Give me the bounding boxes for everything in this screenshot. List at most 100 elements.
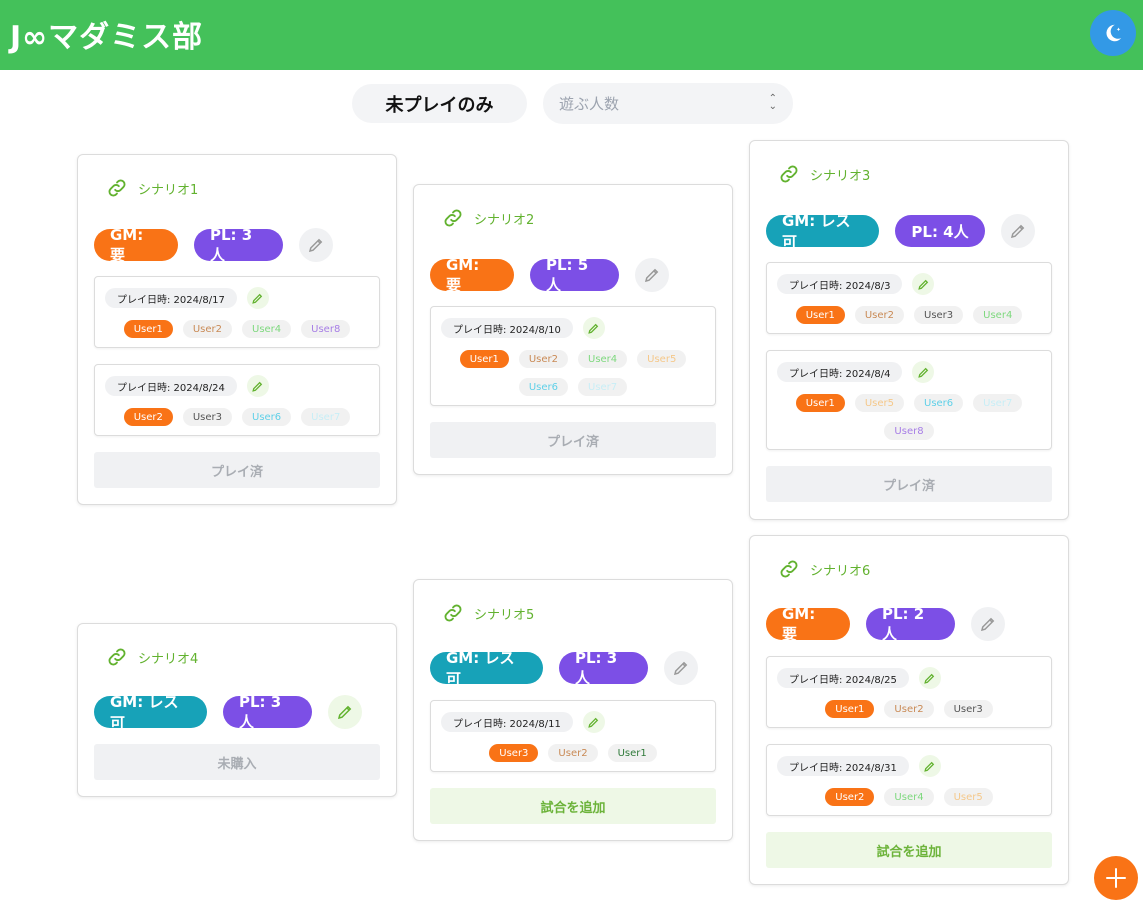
session-date: プレイ日時: 2024/8/31 bbox=[777, 756, 909, 776]
link-icon bbox=[780, 165, 798, 183]
scenario-name: シナリオ5 bbox=[474, 607, 535, 623]
pencil-icon bbox=[924, 761, 935, 772]
user-tag: User2 bbox=[825, 788, 875, 806]
user-tag: User1 bbox=[825, 700, 875, 718]
user-tag: User5 bbox=[943, 788, 993, 806]
session-card: プレイ日時: 2024/8/10 User1 User2 User4 User5… bbox=[430, 306, 716, 406]
user-tag: User6 bbox=[914, 394, 964, 412]
gm-badge: GM: 要 bbox=[94, 226, 178, 264]
user-tag: User8 bbox=[884, 422, 934, 440]
link-icon bbox=[780, 560, 798, 578]
scenario-name: シナリオ1 bbox=[138, 182, 199, 198]
pencil-icon bbox=[673, 661, 688, 676]
scenario-card: シナリオ1 GM: 要 PL: 3人 プレイ日時: 2024/8/17 User… bbox=[77, 154, 397, 505]
user-tag: User4 bbox=[242, 320, 292, 338]
user-tag: User3 bbox=[914, 306, 964, 324]
user-tag: User2 bbox=[182, 320, 232, 338]
user-tag: User2 bbox=[548, 744, 598, 762]
session-card: プレイ日時: 2024/8/25 User1 User2 User3 bbox=[766, 656, 1052, 728]
user-tag: User2 bbox=[854, 306, 904, 324]
edit-session-button[interactable] bbox=[246, 287, 269, 309]
user-tag: User4 bbox=[884, 788, 934, 806]
user-tag: User3 bbox=[943, 700, 993, 718]
unplayed-only-button[interactable]: 未プレイのみ bbox=[352, 84, 527, 123]
add-session-button[interactable]: 試合を追加 bbox=[430, 788, 716, 824]
pencil-icon bbox=[1010, 224, 1025, 239]
session-date: プレイ日時: 2024/8/25 bbox=[777, 668, 909, 688]
user-tag: User7 bbox=[578, 378, 628, 396]
scenario-title-link[interactable]: シナリオ4 bbox=[106, 646, 198, 668]
edit-session-button[interactable] bbox=[912, 361, 935, 383]
pencil-icon bbox=[918, 367, 929, 378]
user-tag: User4 bbox=[973, 306, 1023, 324]
session-card: プレイ日時: 2024/8/4 User1 User5 User6 User7 … bbox=[766, 350, 1052, 450]
user-tag: User6 bbox=[518, 378, 568, 396]
not-purchased-button[interactable]: 未購入 bbox=[94, 744, 380, 780]
add-session-button[interactable]: 試合を追加 bbox=[766, 832, 1052, 868]
played-button[interactable]: プレイ済 bbox=[766, 466, 1052, 502]
scenario-title-link[interactable]: シナリオ1 bbox=[106, 177, 198, 199]
players-count-placeholder: 遊ぶ人数 bbox=[559, 95, 620, 113]
scenario-title-link[interactable]: シナリオ2 bbox=[442, 207, 534, 229]
session-date: プレイ日時: 2024/8/4 bbox=[777, 362, 903, 382]
edit-session-button[interactable] bbox=[918, 755, 941, 777]
edit-scenario-button[interactable] bbox=[635, 258, 669, 292]
edit-session-button[interactable] bbox=[582, 711, 605, 733]
session-date: プレイ日時: 2024/8/3 bbox=[777, 274, 903, 294]
played-button[interactable]: プレイ済 bbox=[94, 452, 380, 488]
session-card: プレイ日時: 2024/8/31 User2 User4 User5 bbox=[766, 744, 1052, 816]
session-date: プレイ日時: 2024/8/17 bbox=[105, 288, 237, 308]
user-tag: User8 bbox=[301, 320, 351, 338]
session-card: プレイ日時: 2024/8/17 User1 User2 User4 User8 bbox=[94, 276, 380, 348]
edit-scenario-button[interactable] bbox=[971, 607, 1005, 641]
gm-badge: GM: レス可 bbox=[94, 693, 207, 732]
played-button[interactable]: プレイ済 bbox=[430, 422, 716, 458]
user-tag: User1 bbox=[607, 744, 657, 762]
edit-session-button[interactable] bbox=[246, 375, 269, 397]
pencil-icon bbox=[980, 617, 995, 632]
pencil-icon bbox=[924, 673, 935, 684]
moon-icon bbox=[1106, 24, 1122, 42]
link-icon bbox=[108, 179, 126, 197]
theme-toggle-button[interactable] bbox=[1090, 10, 1136, 56]
pencil-icon bbox=[588, 323, 599, 334]
edit-scenario-button[interactable] bbox=[299, 228, 333, 262]
pencil-icon bbox=[308, 238, 323, 253]
pencil-icon bbox=[252, 381, 263, 392]
pl-badge: PL: 2人 bbox=[866, 605, 955, 643]
scenario-name: シナリオ2 bbox=[474, 212, 535, 228]
gm-badge: GM: 要 bbox=[766, 605, 850, 643]
pencil-icon bbox=[918, 279, 929, 290]
session-date: プレイ日時: 2024/8/11 bbox=[441, 712, 573, 732]
scenario-title-link[interactable]: シナリオ6 bbox=[778, 558, 870, 580]
session-card: プレイ日時: 2024/8/3 User1 User2 User3 User4 bbox=[766, 262, 1052, 334]
pl-badge: PL: 3人 bbox=[194, 226, 283, 264]
edit-scenario-button[interactable] bbox=[1001, 214, 1035, 248]
scenario-title-link[interactable]: シナリオ3 bbox=[778, 163, 870, 185]
scenario-name: シナリオ3 bbox=[810, 168, 871, 184]
session-date: プレイ日時: 2024/8/24 bbox=[105, 376, 237, 396]
user-tag: User1 bbox=[795, 306, 845, 324]
add-scenario-button[interactable] bbox=[1094, 856, 1138, 900]
players-count-select[interactable]: 遊ぶ人数 ⌃ ⌄ bbox=[543, 83, 793, 124]
edit-scenario-button[interactable] bbox=[664, 651, 698, 685]
user-tag: User2 bbox=[123, 408, 173, 426]
edit-scenario-button[interactable] bbox=[328, 695, 362, 729]
pencil-icon bbox=[337, 705, 352, 720]
edit-session-button[interactable] bbox=[912, 273, 935, 295]
pl-badge: PL: 3人 bbox=[223, 693, 312, 731]
edit-session-button[interactable] bbox=[582, 317, 605, 339]
pl-badge: PL: 5人 bbox=[530, 256, 619, 294]
scenario-name: シナリオ4 bbox=[138, 651, 199, 667]
app-title: J∞マダミス部 bbox=[10, 20, 204, 55]
scenario-card: シナリオ3 GM: レス可 PL: 4人 プレイ日時: 2024/8/3 Use… bbox=[749, 140, 1069, 520]
user-tag: User1 bbox=[459, 350, 509, 368]
edit-session-button[interactable] bbox=[918, 667, 941, 689]
user-tag: User1 bbox=[123, 320, 173, 338]
plus-icon bbox=[1106, 868, 1126, 888]
link-icon bbox=[444, 604, 462, 622]
session-card: プレイ日時: 2024/8/11 User3 User2 User1 bbox=[430, 700, 716, 772]
gm-badge: GM: 要 bbox=[430, 256, 514, 294]
scenario-title-link[interactable]: シナリオ5 bbox=[442, 602, 534, 624]
link-icon bbox=[108, 648, 126, 666]
